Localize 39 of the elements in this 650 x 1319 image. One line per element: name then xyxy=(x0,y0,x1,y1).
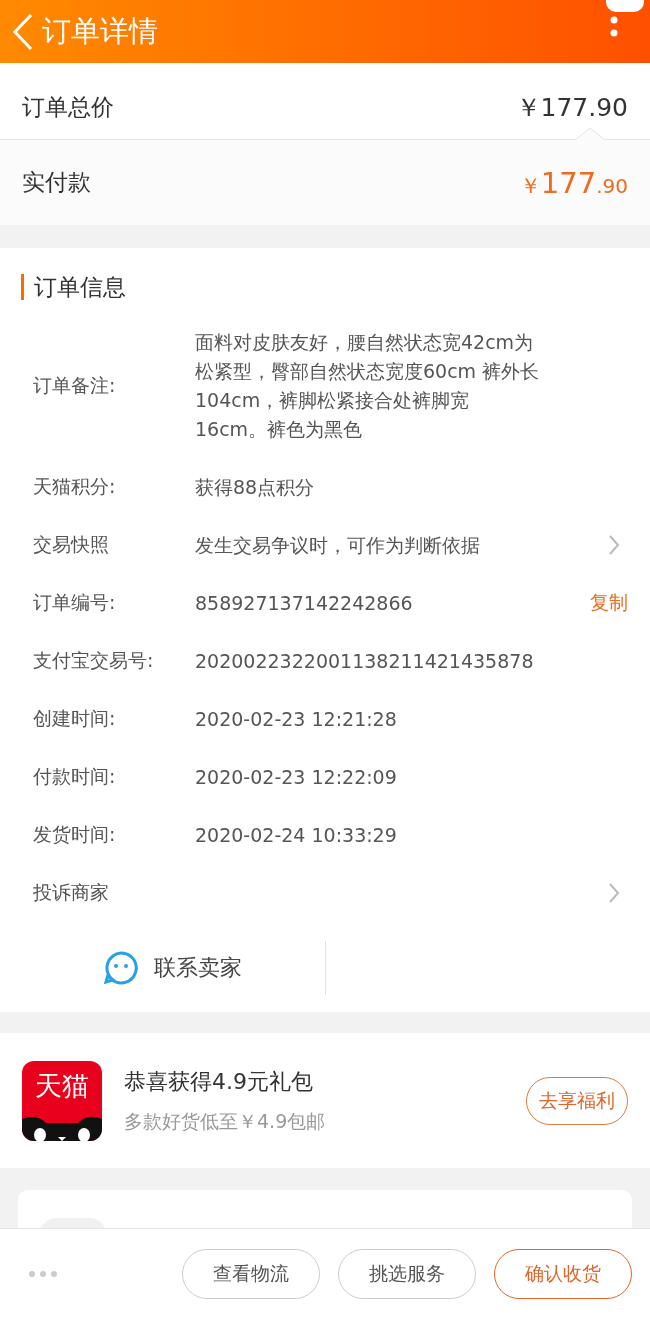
info-label: 订单备注: xyxy=(33,373,117,398)
info-label: 创建时间: xyxy=(33,706,117,731)
cat-face-icon xyxy=(22,1114,102,1141)
chevron-right-icon xyxy=(608,882,620,904)
more-actions-button[interactable] xyxy=(28,1270,58,1278)
action-button[interactable]: 查看物流 xyxy=(182,1249,320,1299)
logo-text: 天猫 xyxy=(34,1068,90,1101)
paid-label: 实付款 xyxy=(22,168,91,197)
contact-seller-button[interactable]: 联系卖家 xyxy=(0,951,325,985)
info-value: 发生交易争议时，可作为判断依据 xyxy=(195,532,481,558)
back-icon[interactable] xyxy=(12,12,34,51)
info-value: 2020-02-23 12:22:09 xyxy=(195,764,398,790)
info-row-link[interactable]: 交易快照 发生交易争议时，可作为判断依据 xyxy=(0,516,650,574)
info-value: 2020-02-23 12:21:28 xyxy=(195,706,398,732)
info-label: 投诉商家 xyxy=(33,880,110,905)
price-value: ￥177.90 xyxy=(515,91,628,124)
promo-subtitle: 多款好货低至￥4.9包邮 xyxy=(124,1108,327,1134)
chat-face-icon xyxy=(103,951,138,985)
info-label: 订单编号: xyxy=(33,590,117,615)
info-row-link[interactable]: 投诉商家 xyxy=(0,864,650,922)
info-label: 天猫积分: xyxy=(33,474,117,499)
action-button[interactable]: 挑选服务 xyxy=(338,1249,476,1299)
page-title: 订单详情 xyxy=(42,12,158,50)
info-label: 支付宝交易号: xyxy=(33,648,155,673)
info-label: 交易快照 xyxy=(33,532,110,557)
chevron-right-icon xyxy=(608,534,620,556)
promo-title: 恭喜获得4.9元礼包 xyxy=(124,1067,314,1096)
info-label: 发货时间: xyxy=(33,822,117,847)
claim-button[interactable]: 去享福利 xyxy=(526,1076,628,1125)
section-title: 订单信息 xyxy=(21,274,650,300)
info-value: 获得88点积分 xyxy=(195,474,316,500)
info-label: 付款时间: xyxy=(33,764,117,789)
info-value: 858927137142242866 xyxy=(195,590,414,616)
info-value: 2020022322001138211421435878 xyxy=(195,648,535,674)
more-icon xyxy=(28,1270,58,1278)
info-value: 2020-02-24 10:33:29 xyxy=(195,822,398,848)
paid-amount: ￥177.90 xyxy=(519,165,628,200)
price-label: 订单总价 xyxy=(22,92,114,122)
info-value: 面料对皮肤友好，腰自然状态宽42cm为松紧型，臀部自然状态宽度60cm 裤外长104cm，裤脚松紧接合处裤脚宽16cm。裤色为黑色 xyxy=(195,330,540,442)
